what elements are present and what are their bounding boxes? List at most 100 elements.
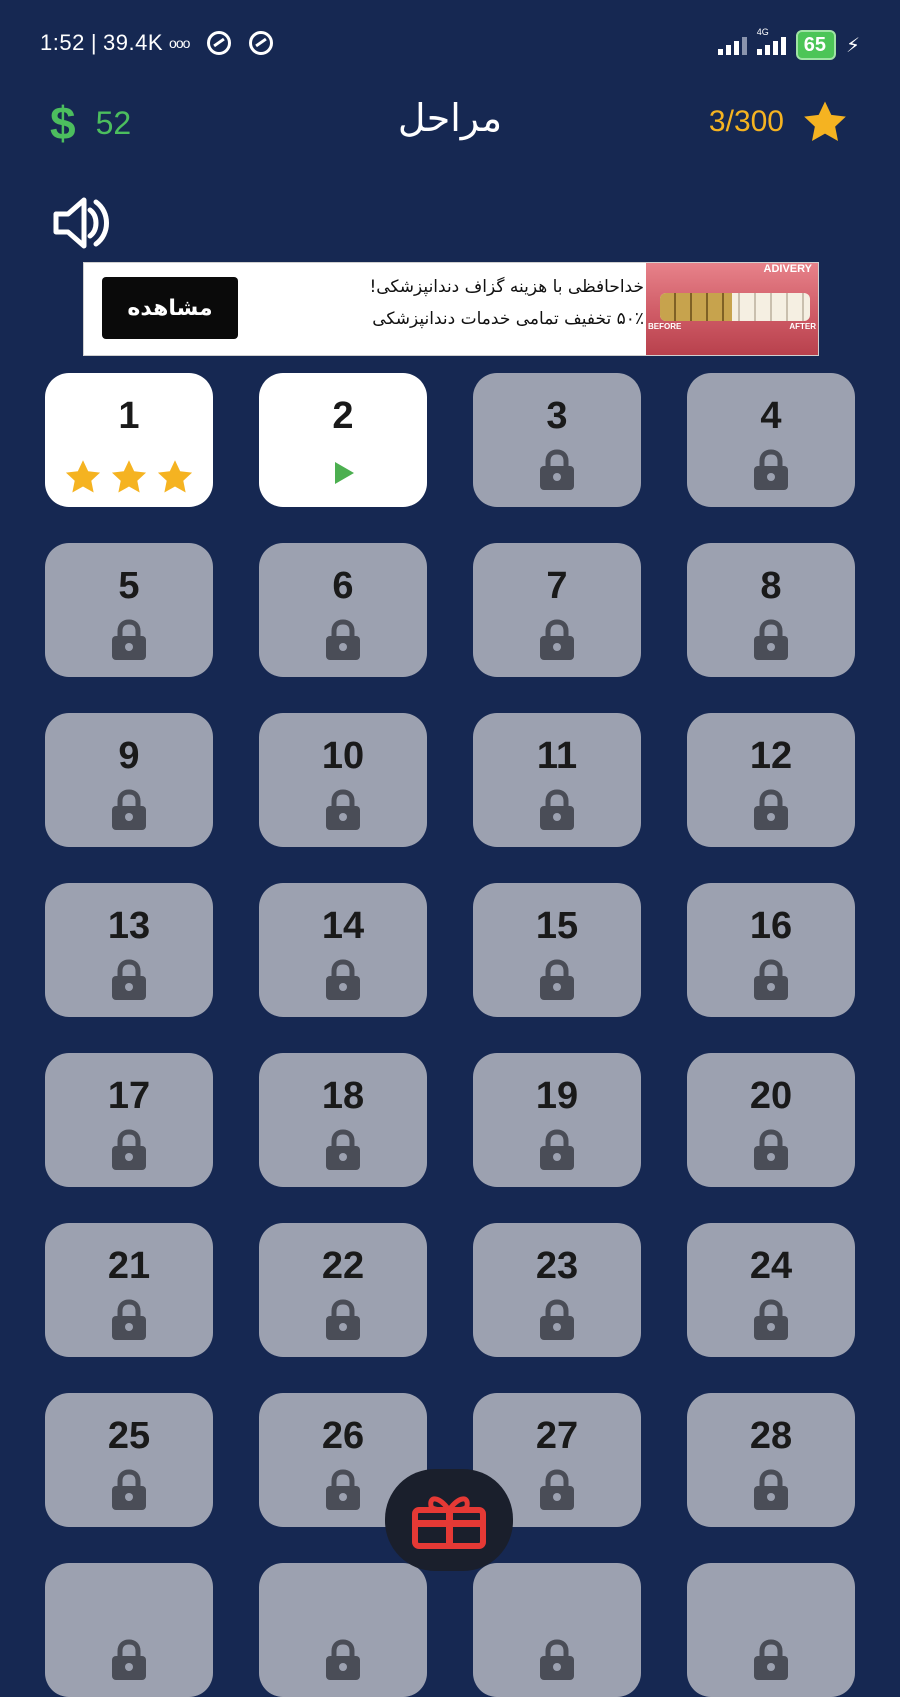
ad-after-label: AFTER: [789, 322, 816, 331]
lock-icon: [754, 789, 788, 830]
level-tile[interactable]: 23: [473, 1223, 641, 1357]
lock-icon: [326, 789, 360, 830]
level-tile[interactable]: 19: [473, 1053, 641, 1187]
level-number: 12: [749, 735, 793, 777]
ad-cta-button[interactable]: مشاهده: [102, 277, 238, 339]
play-icon: [335, 462, 354, 484]
level-tile[interactable]: 8: [687, 543, 855, 677]
lock-icon: [754, 1469, 788, 1510]
lock-icon: [540, 449, 574, 490]
level-number: 2: [332, 395, 354, 437]
level-tile[interactable]: 18: [259, 1053, 427, 1187]
lock-icon: [112, 1299, 146, 1340]
level-tile[interactable]: 21: [45, 1223, 213, 1357]
status-separator: |: [90, 30, 98, 55]
level-tile[interactable]: [473, 1563, 641, 1697]
level-number: 21: [107, 1245, 151, 1287]
status-bar: 1:52 | 39.4K ooo 4G 65 ⚡: [0, 0, 900, 86]
ad-image: ADIVERY BEFORE AFTER: [646, 263, 818, 355]
lock-icon: [326, 1469, 360, 1510]
lock-icon: [754, 1129, 788, 1170]
level-number: 4: [760, 395, 782, 437]
level-tile[interactable]: 13: [45, 883, 213, 1017]
level-tile[interactable]: [687, 1563, 855, 1697]
gift-button[interactable]: [385, 1469, 513, 1571]
level-number: 16: [749, 905, 793, 947]
level-number: 15: [535, 905, 579, 947]
ad-teeth-before: [660, 293, 732, 321]
level-tile[interactable]: 2: [259, 373, 427, 507]
level-number: 3: [546, 395, 568, 437]
level-tile[interactable]: 12: [687, 713, 855, 847]
level-number: 13: [107, 905, 151, 947]
level-tile[interactable]: 9: [45, 713, 213, 847]
level-number: 6: [332, 565, 354, 607]
level-tile[interactable]: 17: [45, 1053, 213, 1187]
lock-icon: [326, 1639, 360, 1680]
sound-toggle-button[interactable]: [52, 196, 118, 250]
signal-icon: [717, 35, 747, 55]
stars-progress: 3/300: [708, 105, 784, 138]
lock-icon: [540, 1469, 574, 1510]
level-number: 8: [760, 565, 782, 607]
level-tile[interactable]: 6: [259, 543, 427, 677]
lock-icon: [112, 1639, 146, 1680]
level-tile[interactable]: 25: [45, 1393, 213, 1527]
gift-icon: [412, 1496, 486, 1549]
lock-icon: [112, 789, 146, 830]
status-net-speed: 39.4K: [103, 30, 164, 55]
level-stars: [45, 459, 213, 495]
level-tile[interactable]: 14: [259, 883, 427, 1017]
header: $ 52 مراحل 3/300: [0, 86, 900, 156]
lock-icon: [112, 619, 146, 660]
status-time: 1:52: [40, 30, 85, 55]
charging-icon: ⚡: [845, 33, 860, 57]
star-icon: [802, 100, 848, 144]
level-tile[interactable]: [259, 1563, 427, 1697]
level-number: 1: [118, 395, 140, 437]
level-tile[interactable]: 10: [259, 713, 427, 847]
lock-icon: [540, 1639, 574, 1680]
lock-icon: [326, 1129, 360, 1170]
ad-banner[interactable]: مشاهده خداحافظی با هزینه گزاف دندانپزشکی…: [83, 262, 819, 356]
level-tile[interactable]: 7: [473, 543, 641, 677]
level-number: 14: [321, 905, 365, 947]
ad-subline: ۵۰٪ تخفیف تمامی خدمات دندانپزشکی: [372, 309, 644, 329]
lock-icon: [112, 1469, 146, 1510]
level-tile[interactable]: 11: [473, 713, 641, 847]
lock-icon: [112, 959, 146, 1000]
lock-icon: [540, 789, 574, 830]
level-tile[interactable]: 20: [687, 1053, 855, 1187]
lock-icon: [540, 959, 574, 1000]
level-number: 17: [107, 1075, 151, 1117]
battery-level: 65: [795, 30, 836, 60]
level-tile[interactable]: 4: [687, 373, 855, 507]
level-tile[interactable]: 5: [45, 543, 213, 677]
level-tile[interactable]: 28: [687, 1393, 855, 1527]
lock-icon: [754, 619, 788, 660]
level-number: 9: [118, 735, 140, 777]
lock-icon: [754, 1639, 788, 1680]
level-tile[interactable]: 22: [259, 1223, 427, 1357]
level-tile[interactable]: 24: [687, 1223, 855, 1357]
level-tile[interactable]: 3: [473, 373, 641, 507]
lock-icon: [754, 1299, 788, 1340]
level-number: 20: [749, 1075, 793, 1117]
lock-icon: [754, 449, 788, 490]
level-tile[interactable]: 1: [45, 373, 213, 507]
lock-icon: [112, 1129, 146, 1170]
signal-4g-icon: 4G: [756, 27, 786, 55]
network-type: 4G: [756, 27, 769, 37]
level-number: 19: [535, 1075, 579, 1117]
level-number: 28: [749, 1415, 793, 1457]
level-number: 25: [107, 1415, 151, 1457]
status-extra: ooo: [169, 35, 190, 51]
ad-before-label: BEFORE: [648, 322, 682, 331]
level-tile[interactable]: [45, 1563, 213, 1697]
status-right: 4G 65 ⚡: [717, 27, 860, 60]
level-number: 7: [546, 565, 568, 607]
level-tile[interactable]: 16: [687, 883, 855, 1017]
ad-brand: ADIVERY: [763, 263, 813, 275]
level-tile[interactable]: 15: [473, 883, 641, 1017]
lock-icon: [540, 1129, 574, 1170]
